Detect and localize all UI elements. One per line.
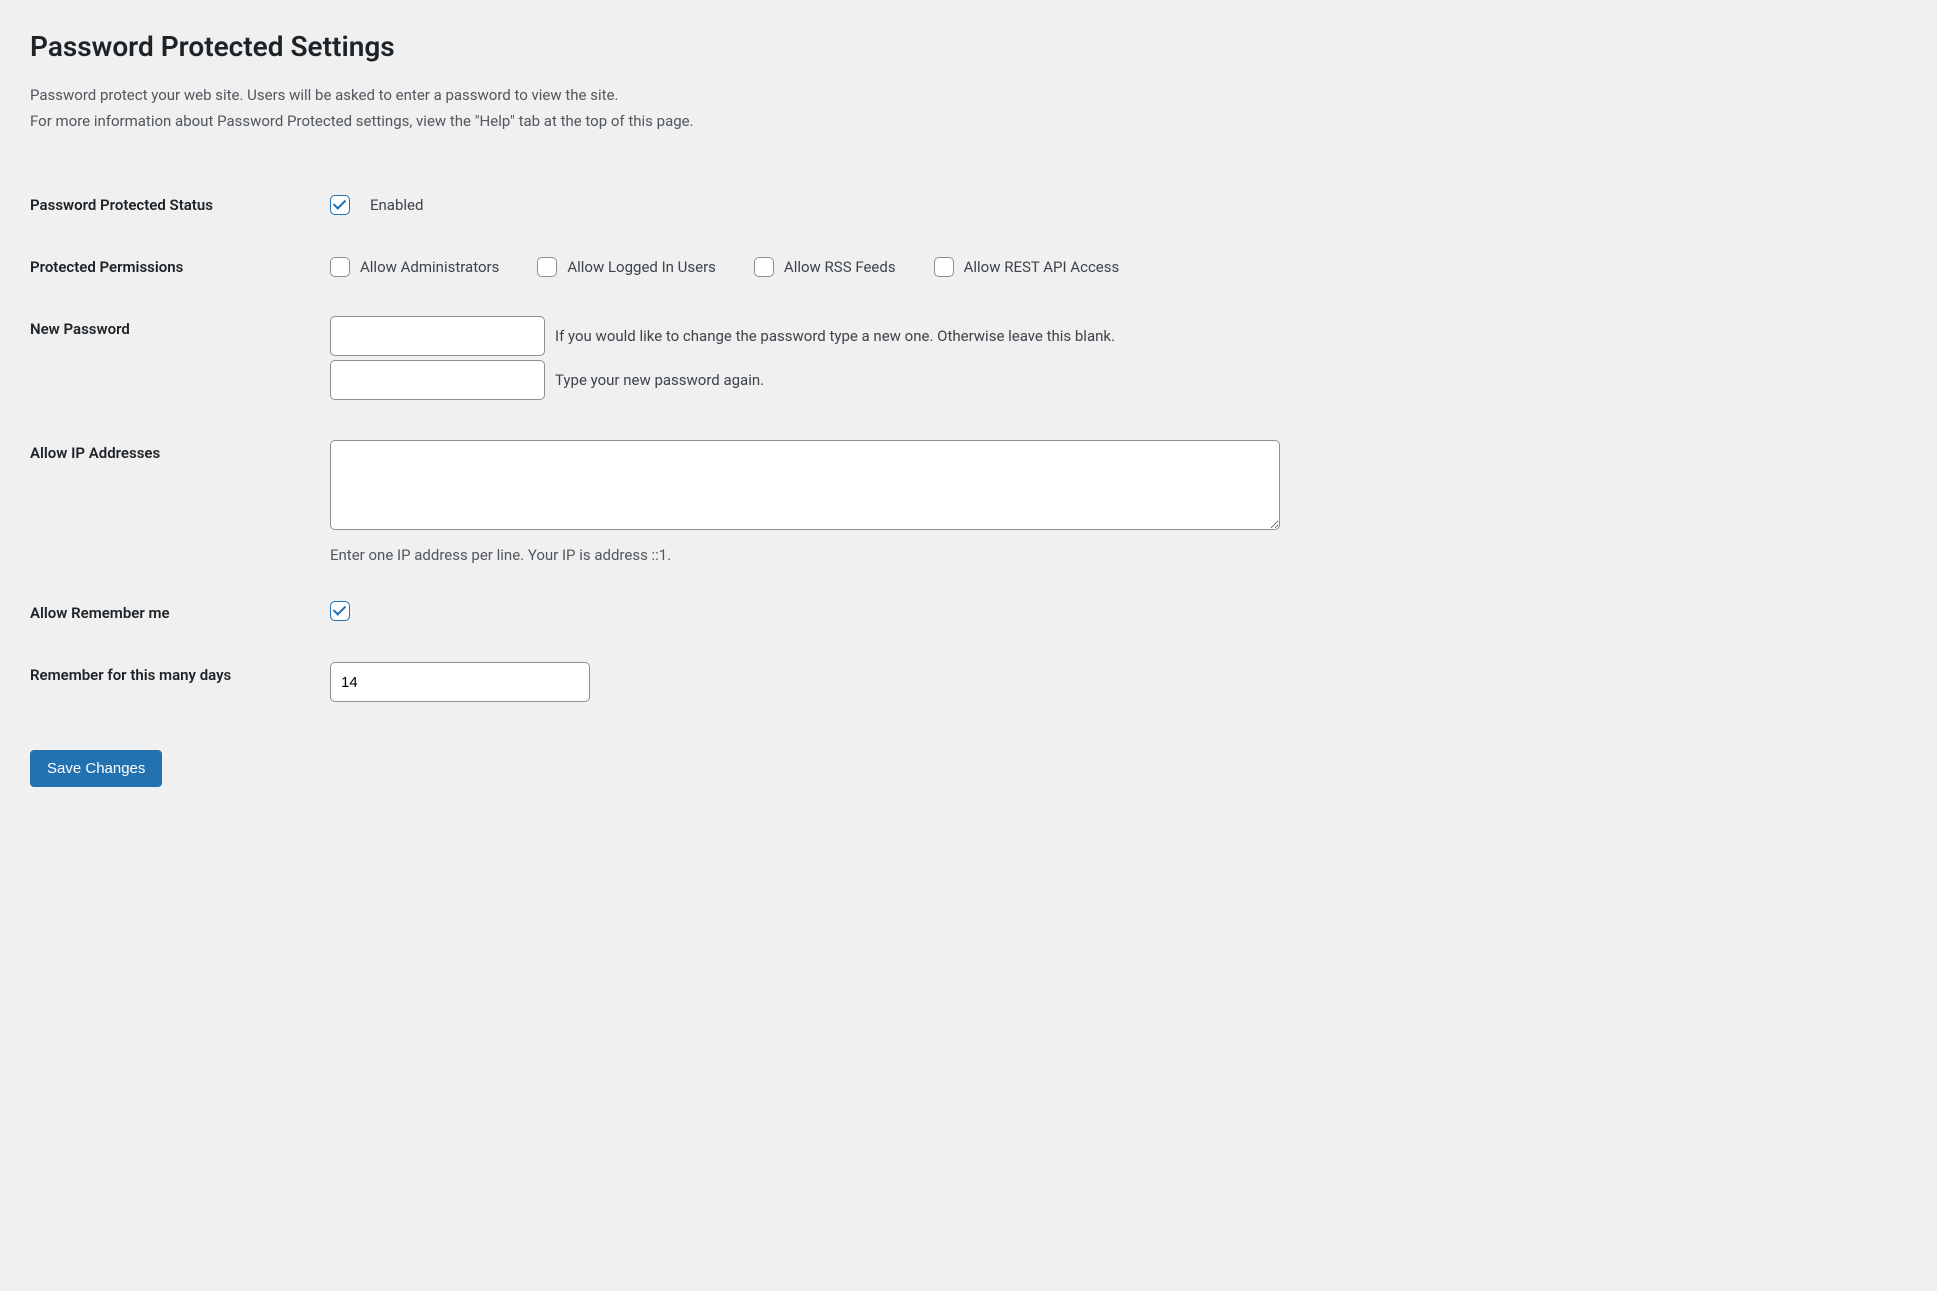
- permissions-label: Protected Permissions: [30, 236, 330, 298]
- save-button[interactable]: Save Changes: [30, 750, 162, 787]
- allow-ip-hint: Enter one IP address per line. Your IP i…: [330, 546, 1897, 564]
- page-description: Password protect your web site. Users wi…: [30, 83, 1907, 134]
- page-description-line2: For more information about Password Prot…: [30, 112, 694, 130]
- perm-rss-label: Allow RSS Feeds: [784, 258, 896, 276]
- allow-ip-textarea[interactable]: [330, 440, 1280, 530]
- settings-form-table: Password Protected Status Enabled Protec…: [30, 174, 1907, 720]
- remember-days-input[interactable]: [330, 662, 590, 702]
- page-title: Password Protected Settings: [30, 30, 1907, 63]
- new-password-input[interactable]: [330, 316, 545, 356]
- perm-admins-label: Allow Administrators: [360, 258, 499, 276]
- new-password-label: New Password: [30, 298, 330, 422]
- status-enabled-checkbox[interactable]: [330, 195, 350, 215]
- perm-rest-label: Allow REST API Access: [964, 258, 1120, 276]
- new-password-hint: If you would like to change the password…: [555, 327, 1115, 345]
- page-description-line1: Password protect your web site. Users wi…: [30, 86, 618, 104]
- status-enabled-label: Enabled: [370, 196, 423, 214]
- remember-me-label: Allow Remember me: [30, 582, 330, 644]
- perm-admins-checkbox[interactable]: [330, 257, 350, 277]
- perm-logged-in-label: Allow Logged In Users: [567, 258, 716, 276]
- remember-days-label: Remember for this many days: [30, 644, 330, 720]
- confirm-password-hint: Type your new password again.: [555, 371, 764, 389]
- confirm-password-input[interactable]: [330, 360, 545, 400]
- perm-rest-checkbox[interactable]: [934, 257, 954, 277]
- status-label: Password Protected Status: [30, 174, 330, 236]
- perm-logged-in-checkbox[interactable]: [537, 257, 557, 277]
- perm-rss-checkbox[interactable]: [754, 257, 774, 277]
- remember-me-checkbox[interactable]: [330, 601, 350, 621]
- allow-ip-label: Allow IP Addresses: [30, 422, 330, 582]
